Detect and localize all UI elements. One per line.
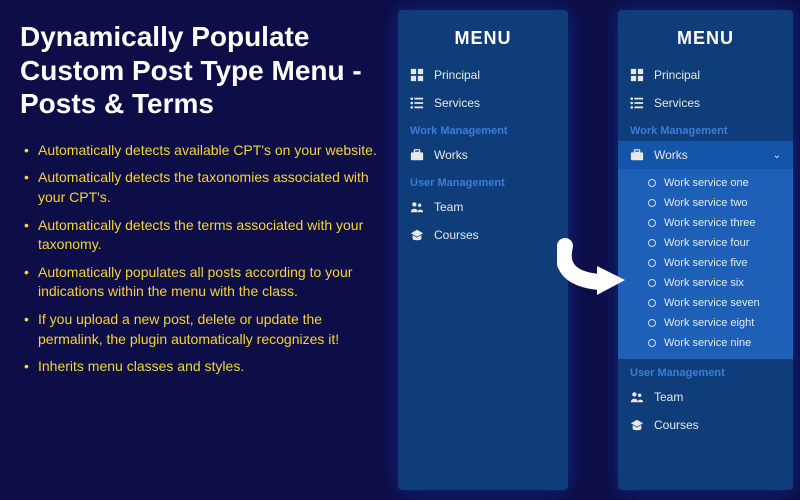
circle-icon (648, 279, 656, 287)
feature-item: Automatically populates all posts accord… (38, 263, 380, 302)
submenu-item[interactable]: Work service two (618, 193, 793, 213)
briefcase-icon (410, 148, 424, 162)
circle-icon (648, 239, 656, 247)
circle-icon (648, 299, 656, 307)
feature-item: Automatically detects the terms associat… (38, 216, 380, 255)
menu-item-label: Works (654, 148, 763, 162)
menu-item-principal[interactable]: Principal (398, 61, 568, 89)
menu-header: MENU (618, 10, 793, 61)
submenu-item[interactable]: Work service seven (618, 293, 793, 313)
feature-item: Inherits menu classes and styles. (38, 357, 380, 377)
submenu-item[interactable]: Work service nine (618, 333, 793, 353)
submenu-label: Work service eight (664, 317, 754, 329)
dashboard-icon (410, 68, 424, 82)
briefcase-icon (630, 148, 644, 162)
menu-item-label: Courses (434, 228, 556, 242)
circle-icon (648, 199, 656, 207)
menu-item-label: Works (434, 148, 556, 162)
page-title: Dynamically Populate Custom Post Type Me… (20, 20, 380, 121)
submenu-label: Work service three (664, 217, 756, 229)
submenu-label: Work service two (664, 197, 748, 209)
menu-item-services[interactable]: Services (398, 89, 568, 117)
menu-item-label: Services (654, 96, 781, 110)
submenu-label: Work service four (664, 237, 749, 249)
menu-item-label: Principal (434, 68, 556, 82)
feature-item: Automatically detects available CPT's on… (38, 141, 380, 161)
menu-item-principal[interactable]: Principal (618, 61, 793, 89)
menu-item-label: Services (434, 96, 556, 110)
menu-header: MENU (398, 10, 568, 61)
submenu-label: Work service seven (664, 297, 760, 309)
menu-item-team[interactable]: Team (618, 383, 793, 411)
feature-item: If you upload a new post, delete or upda… (38, 310, 380, 349)
circle-icon (648, 259, 656, 267)
works-submenu: Work service one Work service two Work s… (618, 169, 793, 359)
menu-item-label: Principal (654, 68, 781, 82)
menu-item-services[interactable]: Services (618, 89, 793, 117)
submenu-label: Work service five (664, 257, 748, 269)
menu-item-label: Team (654, 390, 781, 404)
chevron-down-icon: ⌄ (773, 150, 781, 161)
graduation-cap-icon (630, 418, 644, 432)
submenu-item[interactable]: Work service three (618, 213, 793, 233)
menu-item-works-expanded[interactable]: Works ⌄ (618, 141, 793, 169)
feature-item: Automatically detects the taxonomies ass… (38, 168, 380, 207)
menu-panel-before: MENU Principal Services Work Management … (398, 10, 568, 490)
section-user-label: User Management (618, 359, 793, 383)
users-icon (630, 390, 644, 404)
list-icon (410, 96, 424, 110)
menu-item-team[interactable]: Team (398, 193, 568, 221)
submenu-label: Work service nine (664, 337, 751, 349)
submenu-item[interactable]: Work service eight (618, 313, 793, 333)
submenu-item[interactable]: Work service six (618, 273, 793, 293)
menu-item-courses[interactable]: Courses (398, 221, 568, 249)
circle-icon (648, 339, 656, 347)
feature-list: Automatically detects available CPT's on… (20, 141, 380, 377)
marketing-copy: Dynamically Populate Custom Post Type Me… (20, 20, 380, 385)
menu-panel-after: MENU Principal Services Work Management … (618, 10, 793, 490)
menu-item-courses[interactable]: Courses (618, 411, 793, 439)
section-work-label: Work Management (398, 117, 568, 141)
circle-icon (648, 179, 656, 187)
section-work-label: Work Management (618, 117, 793, 141)
section-user-label: User Management (398, 169, 568, 193)
menu-item-works[interactable]: Works (398, 141, 568, 169)
submenu-item[interactable]: Work service four (618, 233, 793, 253)
menu-item-label: Team (434, 200, 556, 214)
circle-icon (648, 319, 656, 327)
graduation-cap-icon (410, 228, 424, 242)
submenu-label: Work service one (664, 177, 749, 189)
submenu-label: Work service six (664, 277, 744, 289)
users-icon (410, 200, 424, 214)
submenu-item[interactable]: Work service one (618, 173, 793, 193)
menu-item-label: Courses (654, 418, 781, 432)
circle-icon (648, 219, 656, 227)
submenu-item[interactable]: Work service five (618, 253, 793, 273)
dashboard-icon (630, 68, 644, 82)
list-icon (630, 96, 644, 110)
